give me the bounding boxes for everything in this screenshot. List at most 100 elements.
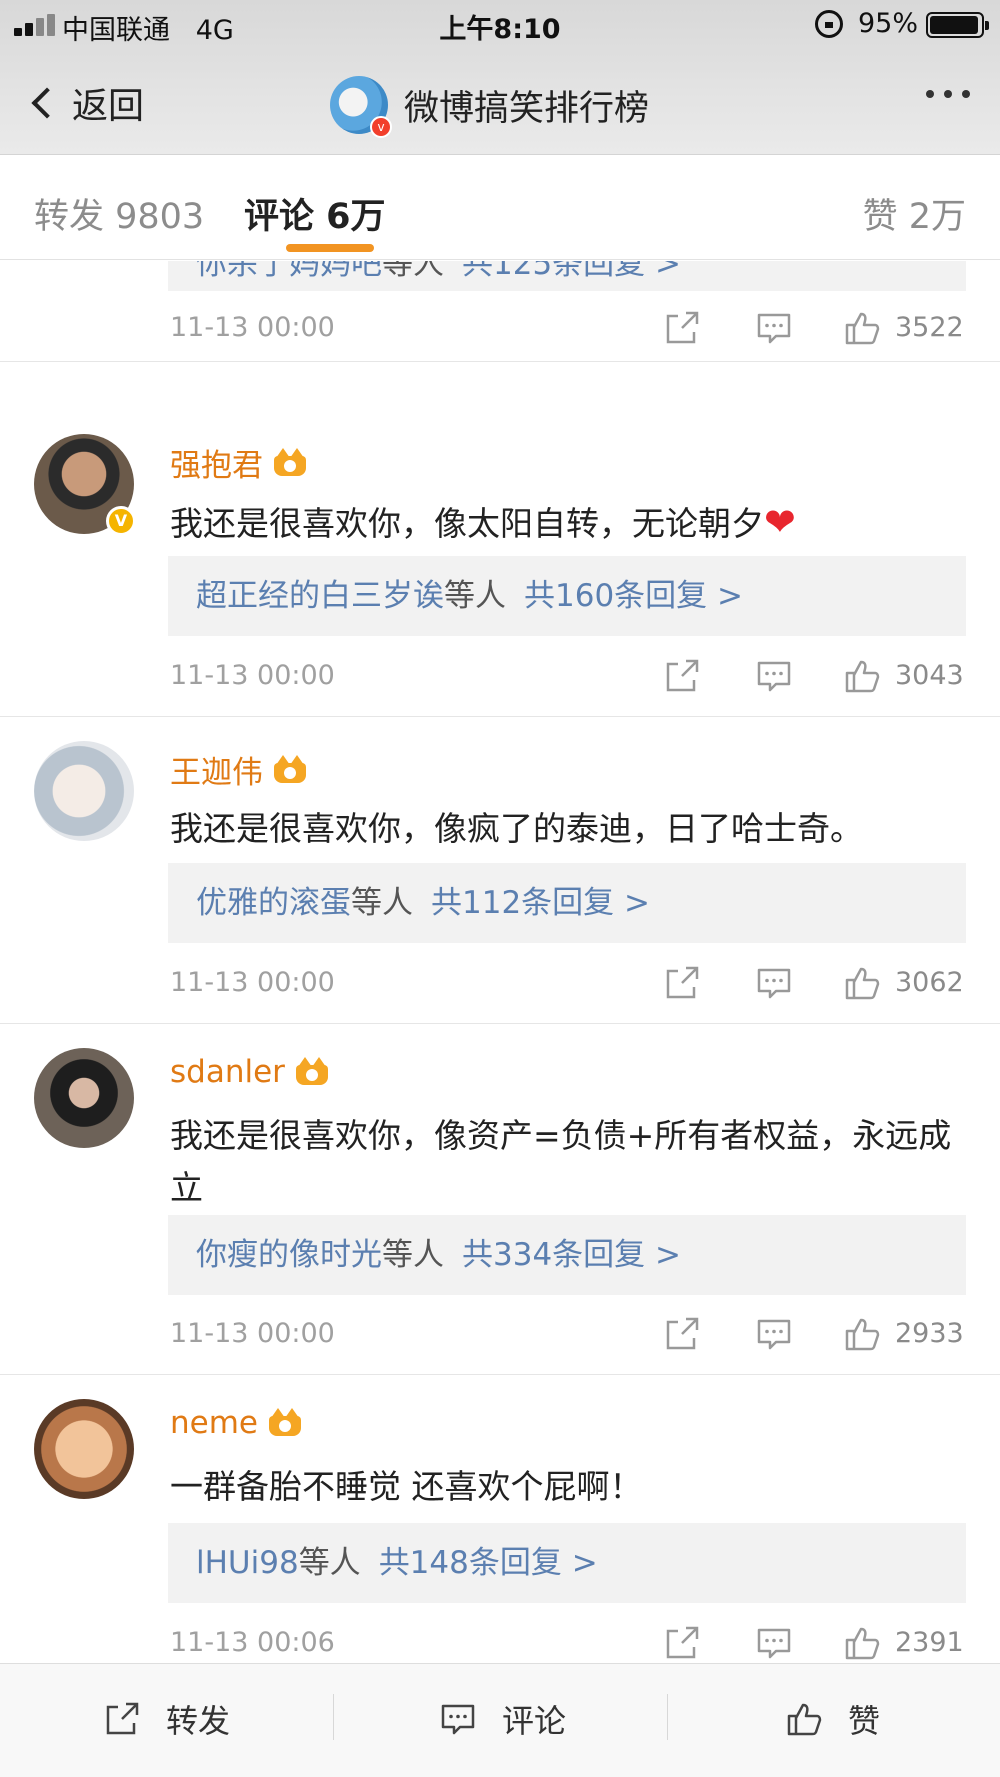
comment-username[interactable]: neme: [170, 1405, 302, 1441]
reply-count-link: 共160条回复 >: [524, 578, 743, 614]
like-count: 3043: [895, 660, 964, 691]
comment-time: 11-13 00:00: [170, 660, 335, 691]
reply-user-link: lHUi98: [196, 1545, 299, 1581]
comment-button[interactable]: 评论: [438, 1694, 566, 1744]
reply-summary[interactable]: 优雅的滚蛋等人 共112条回复 >: [168, 863, 966, 943]
more-dot-icon: [962, 90, 970, 98]
avatar[interactable]: V: [34, 434, 136, 536]
nav-bar: 返回 v 微博搞笑排行榜: [0, 60, 1000, 145]
heart-emoji: ❤: [764, 500, 796, 544]
comment-time: 11-13 00:00: [170, 1318, 335, 1349]
divider: [667, 1694, 668, 1740]
reply-count-link: 共112条回复 >: [431, 885, 650, 921]
comment-icon[interactable]: [754, 1314, 794, 1354]
chevron-left-icon: [31, 87, 63, 119]
header: 中国联通 4G 上午8:10 95% 返回 v 微博搞笑排行榜: [0, 0, 1000, 155]
comment-item: neme 一群备胎不睡觉 还喜欢个屁啊！ lHUi98等人 共148条回复 > 1…: [0, 1375, 1000, 1663]
vip-crown-icon: [273, 754, 307, 785]
comment-item: V 强抱君 我还是很喜欢你，像太阳自转，无论朝夕❤ 超正经的白三岁诶等人 共160…: [0, 410, 1000, 717]
reply-summary[interactable]: 超正经的白三岁诶等人 共160条回复 >: [168, 556, 966, 636]
comment-time: 11-13 00:00: [170, 312, 335, 343]
share-icon[interactable]: [662, 1623, 702, 1663]
tab-repost[interactable]: 转发 9803: [34, 188, 204, 239]
bottom-action-bar: 转发 评论 赞: [0, 1663, 1000, 1777]
reply-user-link: 超正经的白三岁诶: [196, 578, 444, 614]
reply-etc-label: 等人: [351, 885, 413, 921]
share-icon[interactable]: [662, 308, 702, 348]
comment-username[interactable]: sdanler: [170, 1054, 329, 1090]
comment-text: 我还是很喜欢你，像资产=负债+所有者权益，永远成立: [170, 1116, 952, 1207]
comment-username[interactable]: 王迦伟: [170, 747, 307, 792]
comment-meta: 11-13 00:00 3522: [170, 308, 966, 348]
like-icon[interactable]: [842, 963, 882, 1003]
like-icon[interactable]: [842, 656, 882, 696]
comment-icon[interactable]: [754, 1623, 794, 1663]
reply-etc-label: 等人: [444, 578, 506, 614]
comment-item: 你杀了妈妈吧等人 共125条回复 > 11-13 00:00 3522: [0, 261, 1000, 362]
like-label: 赞: [848, 1702, 881, 1740]
reply-count-link: 共148条回复 >: [378, 1545, 598, 1581]
comment-text: 我还是很喜欢你，像太阳自转，无论朝夕❤: [170, 500, 796, 544]
reply-summary[interactable]: lHUi98等人 共148条回复 >: [168, 1523, 966, 1603]
tab-like[interactable]: 赞 2万: [863, 188, 966, 239]
comment-item: sdanler 我还是很喜欢你，像资产=负债+所有者权益，永远成立 你瘦的像时光…: [0, 1024, 1000, 1375]
repost-label: 转发: [166, 1702, 231, 1740]
vip-crown-icon: [268, 1408, 302, 1438]
reply-etc-label: 等人: [298, 1545, 361, 1581]
more-dot-icon: [944, 90, 952, 98]
share-icon: [106, 1702, 139, 1735]
back-label: 返回: [72, 86, 145, 127]
avatar[interactable]: [34, 1399, 134, 1499]
comment-time: 11-13 00:06: [170, 1627, 335, 1658]
more-options-button[interactable]: [926, 90, 970, 98]
tab-comment[interactable]: 评论 6万: [244, 188, 386, 239]
comment-icon: [441, 1704, 475, 1735]
share-icon[interactable]: [662, 963, 702, 1003]
page-title[interactable]: v 微博搞笑排行榜: [330, 75, 649, 138]
like-button[interactable]: 赞: [784, 1694, 880, 1744]
comment-icon[interactable]: [754, 656, 794, 696]
reply-etc-label: 等人: [382, 261, 444, 282]
reply-user-link: 你杀了妈妈吧: [196, 261, 382, 282]
status-time: 上午8:10: [439, 14, 561, 45]
comment-meta: 11-13 00:00 3062: [170, 963, 966, 1003]
comment-time: 11-13 00:00: [170, 967, 335, 998]
reply-summary[interactable]: 你瘦的像时光等人 共334条回复 >: [168, 1215, 966, 1295]
like-icon: [787, 1703, 822, 1736]
repost-button[interactable]: 转发: [102, 1694, 230, 1744]
verified-badge-icon: V: [106, 506, 136, 536]
battery-percent: 95%: [858, 8, 919, 39]
comment-item: 王迦伟 我还是很喜欢你，像疯了的泰迪，日了哈士奇。 优雅的滚蛋等人 共112条回复…: [0, 717, 1000, 1024]
like-icon[interactable]: [842, 1314, 882, 1354]
tab-active-indicator: [286, 244, 374, 252]
tab-bar: 转发 9803 评论 6万 赞 2万: [0, 156, 1000, 260]
like-count: 2391: [895, 1627, 964, 1658]
like-icon[interactable]: [842, 1623, 882, 1663]
like-count: 3522: [895, 312, 964, 343]
reply-count-link: 共334条回复 >: [462, 1237, 681, 1273]
avatar[interactable]: [34, 741, 134, 841]
share-icon[interactable]: [662, 1314, 702, 1354]
comment-icon[interactable]: [754, 308, 794, 348]
vip-crown-icon: [273, 447, 307, 478]
comment-meta: 11-13 00:00 3043: [170, 656, 966, 696]
comment-meta: 11-13 00:00 2933: [170, 1314, 966, 1354]
comment-text: 我还是很喜欢你，像疯了的泰迪，日了哈士奇。: [170, 809, 863, 848]
avatar[interactable]: [34, 1048, 134, 1148]
reply-summary[interactable]: 你杀了妈妈吧等人 共125条回复 >: [168, 261, 966, 291]
battery-icon: [926, 12, 989, 38]
share-icon[interactable]: [662, 656, 702, 696]
rotation-lock-icon: [815, 10, 843, 38]
like-count: 3062: [895, 967, 964, 998]
status-bar: 中国联通 4G 上午8:10 95%: [0, 0, 1000, 50]
divider: [333, 1694, 334, 1740]
back-button[interactable]: 返回: [28, 78, 144, 128]
like-icon[interactable]: [842, 308, 882, 348]
comment-icon[interactable]: [754, 963, 794, 1003]
comment-username[interactable]: 强抱君: [170, 440, 307, 485]
verified-badge-icon: v: [370, 116, 392, 138]
avatar: v: [330, 76, 392, 138]
reply-etc-label: 等人: [382, 1237, 444, 1273]
comment-list[interactable]: 你杀了妈妈吧等人 共125条回复 > 11-13 00:00 3522 V 强抱君…: [0, 261, 1000, 1663]
reply-count-link: 共125条回复 >: [462, 261, 681, 282]
